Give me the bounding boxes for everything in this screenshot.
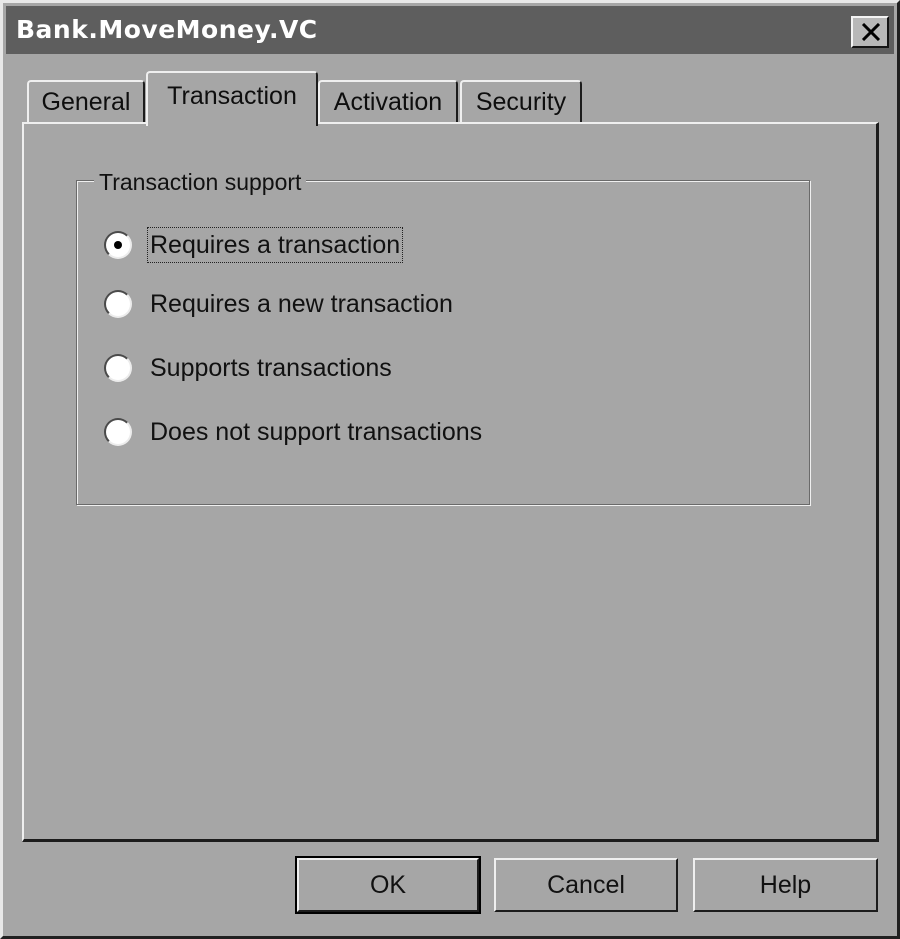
tab-activation-label: Activation bbox=[333, 88, 443, 116]
ok-button[interactable]: OK bbox=[295, 856, 481, 914]
tab-general[interactable]: General bbox=[27, 80, 145, 124]
window-title: Bank.MoveMoney.VC bbox=[16, 15, 318, 44]
radio-selected-dot bbox=[114, 241, 122, 249]
radio-label: Requires a transaction bbox=[146, 227, 404, 263]
radio-button[interactable] bbox=[104, 231, 132, 259]
radio-button[interactable] bbox=[104, 418, 132, 446]
tab-security[interactable]: Security bbox=[460, 80, 582, 124]
close-button[interactable] bbox=[851, 16, 889, 48]
radio-button[interactable] bbox=[104, 290, 132, 318]
radio-label: Does not support transactions bbox=[150, 418, 483, 446]
radio-label: Supports transactions bbox=[150, 354, 392, 382]
cancel-button[interactable]: Cancel bbox=[494, 858, 678, 912]
tab-transaction-label: Transaction bbox=[167, 82, 297, 110]
group-title: Transaction support bbox=[94, 167, 307, 197]
radio-button[interactable] bbox=[104, 354, 132, 382]
close-icon bbox=[861, 23, 881, 41]
selected-tab-joint bbox=[148, 121, 314, 125]
tab-activation[interactable]: Activation bbox=[318, 80, 458, 124]
radio-label: Requires a new transaction bbox=[150, 290, 453, 318]
title-bar[interactable]: Bank.MoveMoney.VC bbox=[6, 6, 894, 54]
tab-transaction[interactable]: Transaction bbox=[146, 71, 318, 126]
tab-general-label: General bbox=[41, 88, 131, 116]
tab-security-label: Security bbox=[475, 88, 567, 116]
help-button[interactable]: Help bbox=[693, 858, 878, 912]
